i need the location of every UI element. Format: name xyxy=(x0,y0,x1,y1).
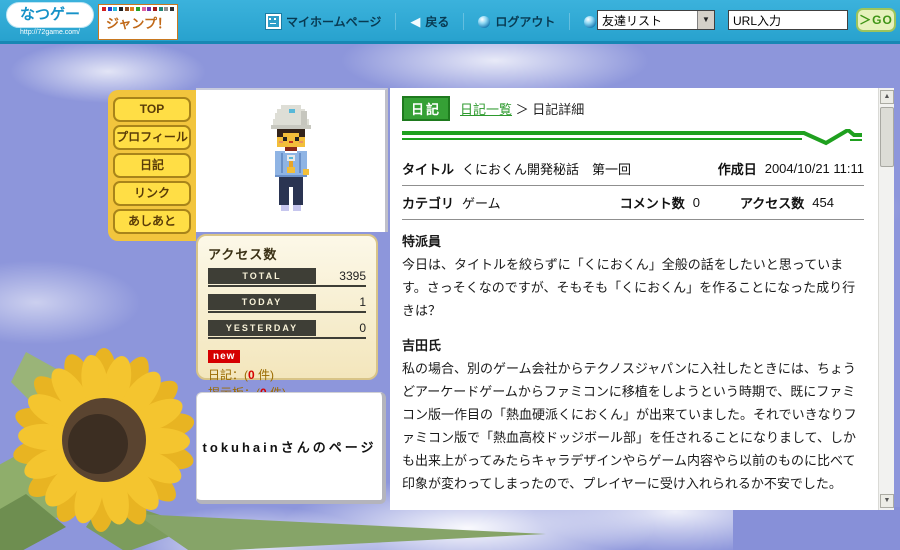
back-arrow-icon: ◀ xyxy=(410,14,420,30)
sidebar-item-profile[interactable]: プロフィール xyxy=(113,125,191,150)
diary-content-panel: 日記 日記一覧 ＞ 日記詳細 タイトル くにおくん開発秘話 第一回 作成日 20… xyxy=(390,88,878,510)
owner-panel: tokuhainさんのページ xyxy=(196,392,386,504)
access-row-yesterday: YESTERDAY 0 xyxy=(208,320,366,339)
title-label: タイトル xyxy=(402,159,454,178)
diary-header-row: 日記 日記一覧 ＞ 日記詳細 xyxy=(402,96,864,121)
site-logo-title: なつゲー xyxy=(6,2,94,28)
nav-logout[interactable]: ログアウト xyxy=(463,13,569,30)
total-value: 3395 xyxy=(316,269,366,283)
breadcrumb: 日記一覧 ＞ 日記詳細 xyxy=(460,99,584,118)
nav-logout-label: ログアウト xyxy=(495,13,555,30)
nav-myhomepage[interactable]: マイホームページ xyxy=(252,13,395,30)
speaker-name: 特派員 xyxy=(402,507,864,510)
diary-notice-count: 0 xyxy=(248,368,255,382)
jump-button[interactable]: ジャンプ！ xyxy=(98,4,178,40)
entry-text: 今日は、タイトルを絞らずに「くにおくん」全般の話をしたいと思っています。さっそく… xyxy=(402,253,864,322)
friend-list-select[interactable]: 友達リスト ▼ xyxy=(597,10,715,30)
nav-back[interactable]: ◀ 戻る xyxy=(395,13,463,30)
meta-row-category: カテゴリ ゲーム コメント数 0 アクセス数 454 xyxy=(402,186,864,220)
total-badge: TOTAL xyxy=(208,268,316,284)
scroll-down-button[interactable]: ▼ xyxy=(880,494,894,508)
sidebar-menu: TOP プロフィール 日記 リンク あしあと xyxy=(108,90,196,241)
scrollbar-thumb[interactable] xyxy=(880,107,894,167)
interview-entry: 特派員 それはプレッシャーかかりますね（笑） 「くにおくん」と言えばファミコンの… xyxy=(402,507,864,510)
access-count-title: アクセス数 xyxy=(208,244,366,263)
category-value: ゲーム xyxy=(462,193,501,212)
nav-back-label: 戻る xyxy=(425,13,449,30)
site-logo[interactable]: なつゲー http://72game.com/ xyxy=(6,2,94,36)
speaker-name: 特派員 xyxy=(402,230,864,253)
speaker-name: 吉田氏 xyxy=(402,334,864,357)
sidebar-item-links[interactable]: リンク xyxy=(113,181,191,206)
logout-sphere-icon xyxy=(478,16,490,28)
help-sphere-icon xyxy=(584,16,596,28)
created-value: 2004/10/21 11:11 xyxy=(765,161,864,176)
today-badge: TODAY xyxy=(208,294,316,310)
yesterday-badge: YESTERDAY xyxy=(208,320,316,336)
comments-label: コメント数 xyxy=(620,193,685,212)
sidebar-item-top[interactable]: TOP xyxy=(113,97,191,122)
url-input[interactable] xyxy=(728,10,848,30)
diary-notice-suffix: 件) xyxy=(255,368,274,382)
go-button[interactable]: ＞GO xyxy=(856,8,896,32)
header-nav: マイホームページ ◀ 戻る ログアウト ヘルプ xyxy=(252,13,651,30)
breadcrumb-separator: ＞ xyxy=(516,102,529,117)
breadcrumb-diary-list-link[interactable]: 日記一覧 xyxy=(460,102,512,117)
interview-entry: 特派員 今日は、タイトルを絞らずに「くにおくん」全般の話をしたいと思っています。… xyxy=(402,230,864,322)
avatar-panel xyxy=(196,88,388,232)
jump-button-label: ジャンプ！ xyxy=(99,11,177,37)
go-chevron-icon: ＞ xyxy=(859,13,872,27)
diary-body: 特派員 今日は、タイトルを絞らずに「くにおくん」全般の話をしたいと思っています。… xyxy=(402,230,864,510)
access-label: アクセス数 xyxy=(740,193,804,212)
nav-myhomepage-label: マイホームページ xyxy=(286,13,381,30)
owner-page-label: tokuhainさんのページ xyxy=(203,437,377,456)
diary-notice[interactable]: 日記：(0 件) xyxy=(208,366,366,384)
scroll-up-button[interactable]: ▲ xyxy=(880,90,894,104)
go-button-label: GO xyxy=(872,13,893,27)
top-header-bar: なつゲー http://72game.com/ ジャンプ！ マイホームページ ◀… xyxy=(0,0,900,44)
diary-title: くにおくん開発秘話 第一回 xyxy=(462,159,631,178)
site-logo-url: http://72game.com/ xyxy=(6,29,94,36)
sidebar-item-diary[interactable]: 日記 xyxy=(113,153,191,178)
access-row-today: TODAY 1 xyxy=(208,294,366,313)
entry-text: 私の場合、別のゲーム会社からテクノスジャパンに入社したときには、ちょうどアーケー… xyxy=(402,357,864,495)
today-value: 1 xyxy=(316,295,366,309)
diary-notice-label: 日記：( xyxy=(208,368,248,382)
diary-section-badge: 日記 xyxy=(402,96,450,121)
access-row-total: TOTAL 3395 xyxy=(208,268,366,287)
myhomepage-icon xyxy=(266,14,281,29)
breadcrumb-current: 日記詳細 xyxy=(532,102,584,117)
comments-value: 0 xyxy=(693,195,700,210)
sidebar-item-footprints[interactable]: あしあと xyxy=(113,209,191,234)
meta-row-title: タイトル くにおくん開発秘話 第一回 作成日 2004/10/21 11:11 xyxy=(402,152,864,186)
category-label: カテゴリ xyxy=(402,193,454,212)
background-solid-patch xyxy=(733,507,900,550)
friend-list-selected-value: 友達リスト xyxy=(598,12,697,29)
reporter-avatar xyxy=(265,105,317,217)
access-count-panel: アクセス数 TOTAL 3395 TODAY 1 YESTERDAY 0 new… xyxy=(196,234,378,380)
created-label: 作成日 xyxy=(718,159,757,178)
content-scrollbar[interactable]: ▲ ▼ xyxy=(878,88,894,510)
new-badge: new xyxy=(208,350,240,363)
select-dropdown-arrow-icon[interactable]: ▼ xyxy=(697,11,714,29)
interview-entry: 吉田氏 私の場合、別のゲーム会社からテクノスジャパンに入社したときには、ちょうど… xyxy=(402,334,864,495)
green-divider-rule xyxy=(402,129,862,146)
yesterday-value: 0 xyxy=(316,321,366,335)
access-value: 454 xyxy=(812,195,834,210)
